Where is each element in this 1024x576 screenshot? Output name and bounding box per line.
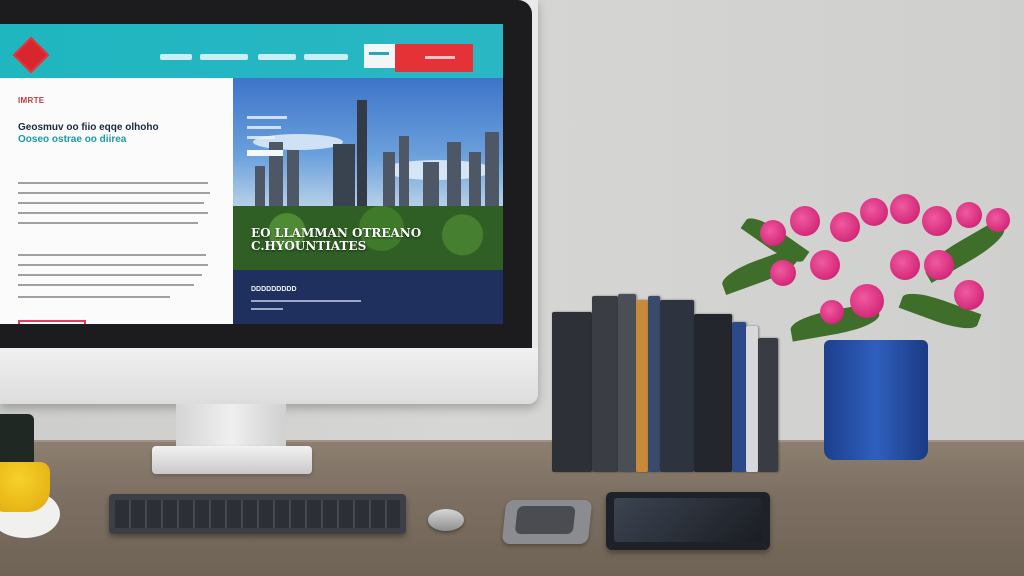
flower: [922, 206, 952, 236]
nav-link[interactable]: [258, 54, 296, 60]
nav-button-secondary[interactable]: [364, 44, 395, 68]
nav-button-primary[interactable]: [395, 44, 473, 72]
paragraph-line: [18, 192, 210, 194]
hero-heading: EO LLAMMAN OTREANO C.HYOUNTIATES: [251, 227, 421, 253]
keyboard: [109, 494, 406, 534]
book: [592, 296, 618, 472]
hero-meta-line: [247, 116, 287, 119]
building: [333, 144, 355, 212]
flower: [810, 250, 840, 280]
building: [383, 152, 395, 212]
flower: [830, 212, 860, 242]
intro-heading-line-1: Geosmuv oo fiio eqqe olhoho: [18, 122, 159, 133]
paragraph-line: [18, 296, 170, 298]
tower-building: [357, 100, 367, 212]
paragraph-line: [18, 222, 198, 224]
hero-meta-line: [247, 136, 275, 139]
dark-mug: [0, 414, 34, 468]
intro-heading-line-2: Ooseo ostrae oo diirea: [18, 134, 127, 145]
footer-title: DDDDDDDDD: [251, 286, 297, 293]
book: [618, 294, 636, 472]
footer-line: [251, 308, 283, 310]
cta-button[interactable]: [18, 320, 86, 324]
book: [552, 312, 592, 472]
nav-link[interactable]: [200, 54, 248, 60]
blue-vase: [824, 340, 928, 460]
flower: [986, 208, 1010, 232]
flower: [760, 220, 786, 246]
footer-band: DDDDDDDDD: [233, 270, 503, 324]
flower: [770, 260, 796, 286]
building: [399, 136, 409, 212]
intro-column: IMRTE Geosmuv oo fiio eqqe olhoho Ooseo …: [0, 78, 233, 324]
building: [485, 132, 499, 212]
building: [423, 162, 439, 212]
hero-heading-line-2: C.HYOUNTIATES: [251, 239, 367, 253]
mouse: [428, 509, 464, 531]
hero-image: EO LLAMMAN OTREANO C.HYOUNTIATES: [233, 78, 503, 270]
paragraph-line: [18, 212, 208, 214]
keyboard-keys: [115, 500, 400, 528]
paragraph-line: [18, 284, 194, 286]
flower: [924, 250, 954, 280]
flower: [954, 280, 984, 310]
paragraph-line: [18, 202, 204, 204]
flower: [890, 250, 920, 280]
paragraph-line: [18, 274, 202, 276]
building: [287, 150, 299, 212]
diamond-logo-icon[interactable]: [12, 36, 50, 74]
monitor: IMRTE Geosmuv oo fiio eqqe olhoho Ooseo …: [0, 0, 538, 404]
flower: [850, 284, 884, 318]
hero-small-button[interactable]: [247, 150, 283, 156]
paragraph-line: [18, 264, 208, 266]
monitor-bezel: IMRTE Geosmuv oo fiio eqqe olhoho Ooseo …: [0, 0, 532, 348]
yellow-cup: [0, 462, 50, 512]
book: [648, 296, 660, 472]
flower: [790, 206, 820, 236]
flower-bouquet: [700, 180, 1024, 360]
monitor-stand-foot: [152, 446, 312, 474]
footer-line: [251, 300, 361, 302]
tablet: [606, 492, 770, 550]
paragraph-line: [18, 254, 206, 256]
section-tag: IMRTE: [18, 96, 45, 105]
monitor-stand-neck: [176, 404, 286, 448]
building: [469, 152, 481, 212]
nav-link[interactable]: [160, 54, 192, 60]
flower: [860, 198, 888, 226]
intro-heading: Geosmuv oo fiio eqqe olhoho Ooseo ostrae…: [18, 122, 218, 146]
flower: [890, 194, 920, 224]
phone-on-stand: [501, 500, 593, 544]
flower: [956, 202, 982, 228]
monitor-chin: [0, 348, 538, 404]
book: [660, 300, 694, 472]
book: [636, 300, 648, 472]
hero-meta-line: [247, 126, 281, 129]
building: [447, 142, 461, 212]
paragraph-line: [18, 182, 208, 184]
nav-link[interactable]: [304, 54, 348, 60]
flower: [820, 300, 844, 324]
monitor-screen: IMRTE Geosmuv oo fiio eqqe olhoho Ooseo …: [0, 24, 503, 324]
site-navbar: [0, 24, 503, 78]
